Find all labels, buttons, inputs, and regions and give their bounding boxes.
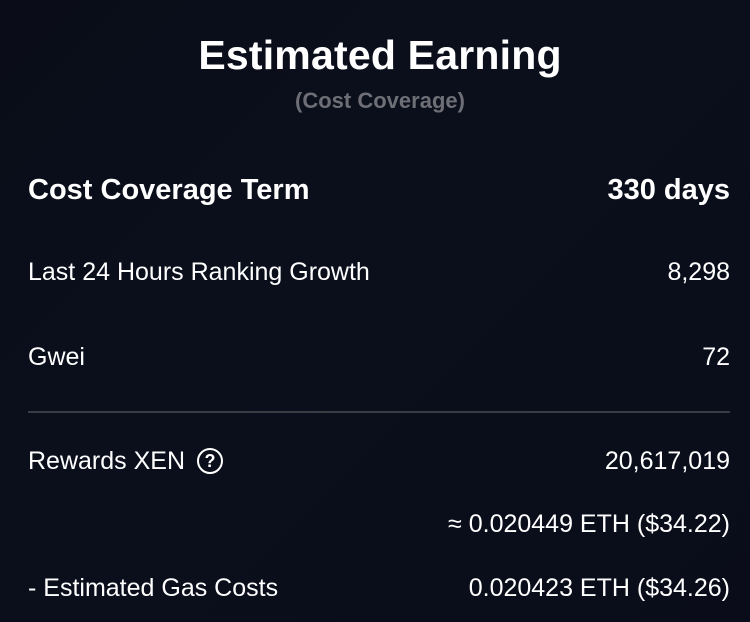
gwei-label: Gwei <box>28 342 85 371</box>
question-circle-icon[interactable]: ? <box>197 448 223 474</box>
estimated-gas-costs-row: - Estimated Gas Costs 0.020423 ETH ($34.… <box>28 570 730 606</box>
rewards-xen-label-group: Rewards XEN ? <box>28 447 223 476</box>
ranking-growth-value: 8,298 <box>667 257 730 286</box>
gwei-row: Gwei 72 <box>28 339 730 375</box>
cost-coverage-term-label: Cost Coverage Term <box>28 173 310 206</box>
ranking-growth-label: Last 24 Hours Ranking Growth <box>28 257 370 286</box>
page-title: Estimated Earning <box>198 32 562 78</box>
rewards-xen-row: Rewards XEN ? 20,617,019 <box>28 443 730 479</box>
gwei-value: 72 <box>702 342 730 371</box>
estimated-gas-costs-label: - Estimated Gas Costs <box>28 573 279 602</box>
estimated-earning-panel: Estimated Earning (Cost Coverage) Cost C… <box>0 0 750 622</box>
page-subtitle: (Cost Coverage) <box>295 88 465 113</box>
cost-coverage-term-row: Cost Coverage Term 330 days <box>28 170 730 210</box>
ranking-growth-row: Last 24 Hours Ranking Growth 8,298 <box>28 254 730 290</box>
cost-coverage-term-value: 330 days <box>607 173 730 206</box>
section-divider <box>28 411 730 413</box>
rewards-xen-value: 20,617,019 <box>604 446 730 475</box>
rewards-eth-conversion: ≈ 0.020449 ETH ($34.22) <box>448 509 730 538</box>
estimated-gas-costs-value: 0.020423 ETH ($34.26) <box>468 573 730 602</box>
rewards-xen-label: Rewards XEN <box>28 446 185 475</box>
